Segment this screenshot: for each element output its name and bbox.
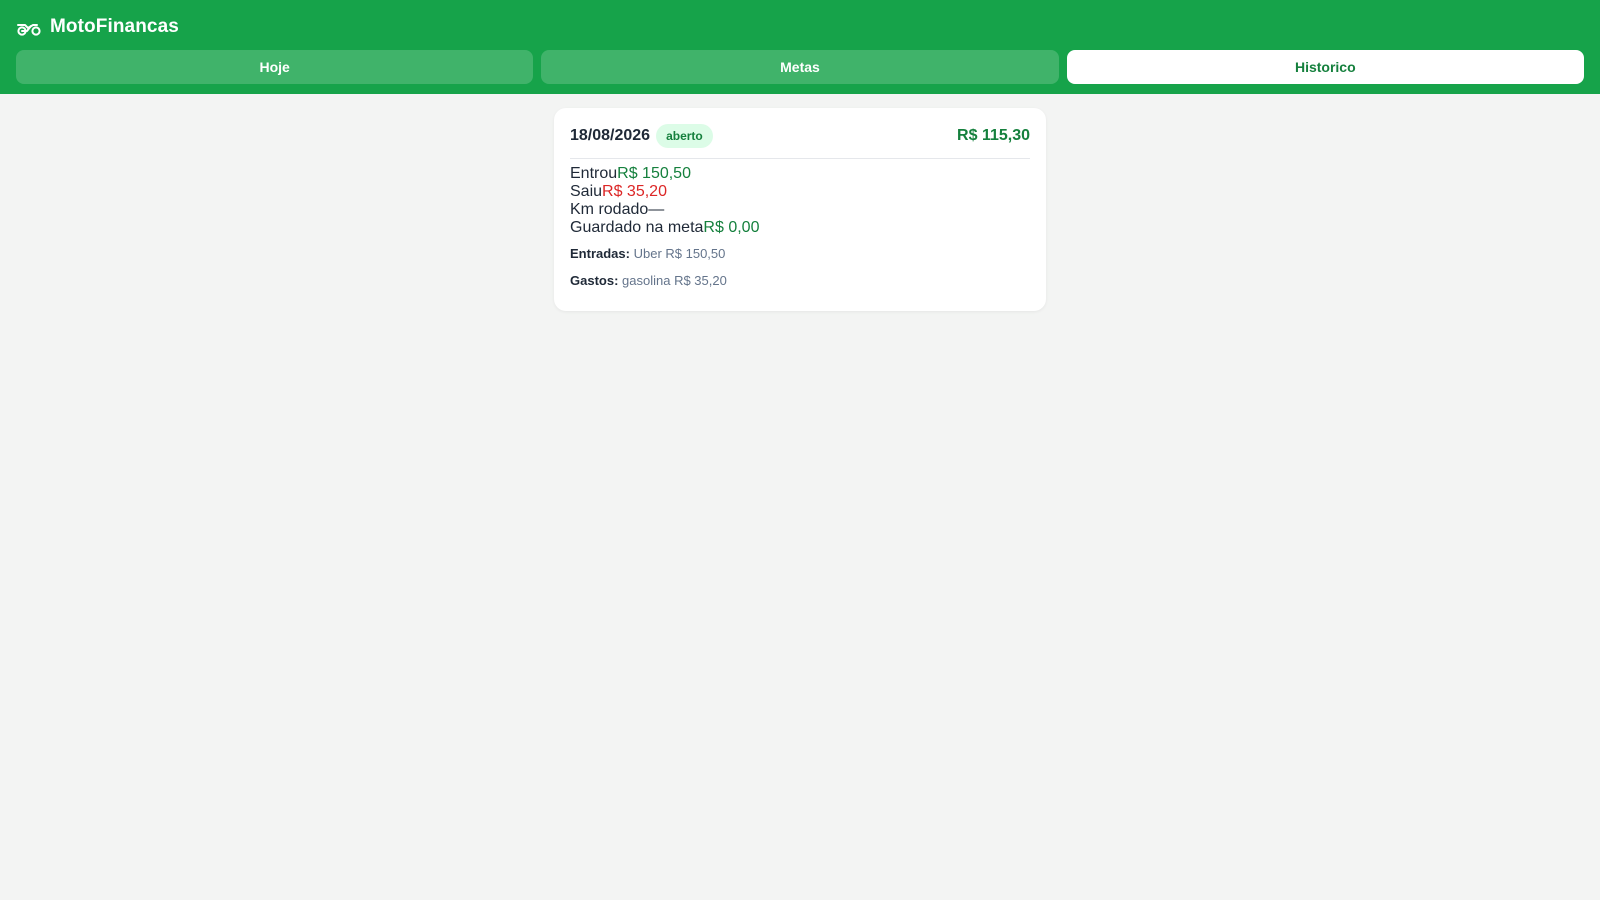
entradas-label: Entradas: (570, 246, 630, 261)
motorcycle-icon (17, 24, 41, 36)
row-saiu: SaiuR$ 35,20 (570, 183, 1030, 201)
row-value: R$ 150,50 (617, 165, 691, 182)
summary-rows: EntrouR$ 150,50 SaiuR$ 35,20 Km rodado— … (570, 165, 1030, 237)
gastos-detail: Gastos: gasolina R$ 35,20 (570, 273, 1030, 288)
row-entrou: EntrouR$ 150,50 (570, 165, 1030, 183)
row-value: R$ 35,20 (602, 183, 667, 200)
tab-bar: Hoje Metas Historico (16, 50, 1584, 84)
status-badge: aberto (656, 124, 713, 148)
tab-historico[interactable]: Historico (1066, 50, 1584, 84)
app-title: MotoFinancas (50, 16, 179, 37)
row-value: R$ 0,00 (703, 219, 760, 236)
card-date: 18/08/2026 (570, 127, 651, 144)
entradas-text: Uber R$ 150,50 (633, 246, 726, 261)
history-card: 18/08/2026 aberto R$ 115,30 EntrouR$ 150… (554, 108, 1046, 311)
row-label: Entrou (570, 165, 618, 182)
gastos-label: Gastos: (570, 273, 619, 288)
row-km-rodado: Km rodado— (570, 201, 1030, 219)
tab-metas[interactable]: Metas (541, 50, 1059, 84)
row-label: Guardado na meta (570, 219, 704, 236)
row-value: — (648, 201, 665, 218)
card-header-left: 18/08/2026 aberto (570, 124, 713, 148)
row-guardado-meta: Guardado na metaR$ 0,00 (570, 219, 1030, 237)
app-header: MotoFinancas Hoje Metas Historico (0, 0, 1600, 94)
card-header: 18/08/2026 aberto R$ 115,30 (570, 124, 1030, 159)
brand: MotoFinancas (16, 14, 179, 40)
card-total: R$ 115,30 (957, 127, 1030, 144)
row-label: Km rodado (570, 201, 649, 218)
entradas-detail: Entradas: Uber R$ 150,50 (570, 246, 1030, 261)
gastos-text: gasolina R$ 35,20 (622, 273, 727, 288)
tab-hoje[interactable]: Hoje (16, 50, 534, 84)
row-label: Saiu (570, 183, 603, 200)
